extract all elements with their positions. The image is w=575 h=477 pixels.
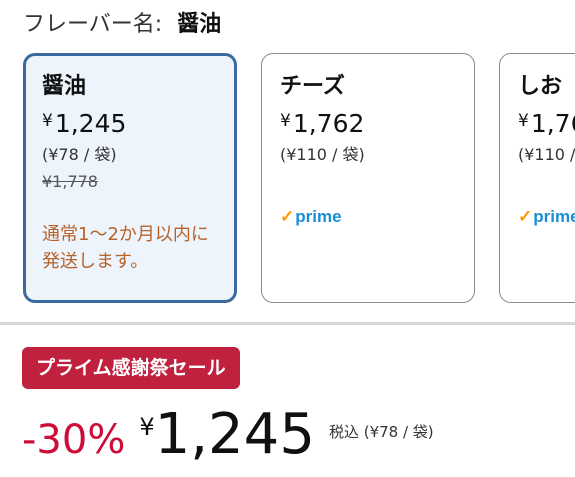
option-price: ¥1,245 (42, 109, 127, 138)
option-unit-price: (¥78 / 袋) (42, 145, 117, 164)
flavor-option-shoyu[interactable]: 醤油 ¥1,245 (¥78 / 袋) ¥1,778 通常1〜2か月以内に発送し… (23, 53, 237, 303)
prime-check-icon: ✓ (518, 207, 533, 226)
option-unit-price: (¥110 / 袋) (280, 145, 365, 164)
flavor-selected-value: 醤油 (177, 12, 222, 37)
price-row: -30% ¥1,245 税込 (¥78 / 袋) (22, 400, 434, 470)
flavor-header: フレーバー名: 醤油 (23, 10, 221, 40)
flavor-option-cheese[interactable]: チーズ ¥1,762 (¥110 / 袋) ✓prime (261, 53, 475, 303)
option-price: ¥1,762 (280, 109, 365, 138)
prime-check-icon: ✓ (280, 207, 295, 226)
flavor-option-shio[interactable]: しお ¥1,762 (¥110 / 袋) ✓prime (499, 53, 575, 303)
flavor-options: 醤油 ¥1,245 (¥78 / 袋) ¥1,778 通常1〜2か月以内に発送し… (0, 53, 575, 305)
sale-price: 1,245 (154, 402, 315, 467)
currency-symbol: ¥ (139, 413, 155, 441)
section-divider (0, 322, 575, 325)
prime-badge: ✓prime (280, 207, 342, 226)
prime-badge: ✓prime (518, 207, 575, 226)
option-unit-price: (¥110 / 袋) (518, 145, 575, 164)
flavor-label: フレーバー名: (23, 12, 163, 37)
shipping-notice: 通常1〜2か月以内に発送します。 (42, 224, 209, 272)
option-name: チーズ (280, 74, 345, 99)
option-name: 醤油 (42, 74, 87, 99)
discount-percent: -30% (22, 417, 126, 463)
deal-badge: プライム感謝祭セール (22, 347, 240, 389)
tax-unit-price: 税込 (¥78 / 袋) (328, 423, 434, 441)
option-name: しお (518, 74, 563, 99)
option-list-price: ¥1,778 (42, 172, 98, 191)
option-price: ¥1,762 (518, 109, 575, 138)
